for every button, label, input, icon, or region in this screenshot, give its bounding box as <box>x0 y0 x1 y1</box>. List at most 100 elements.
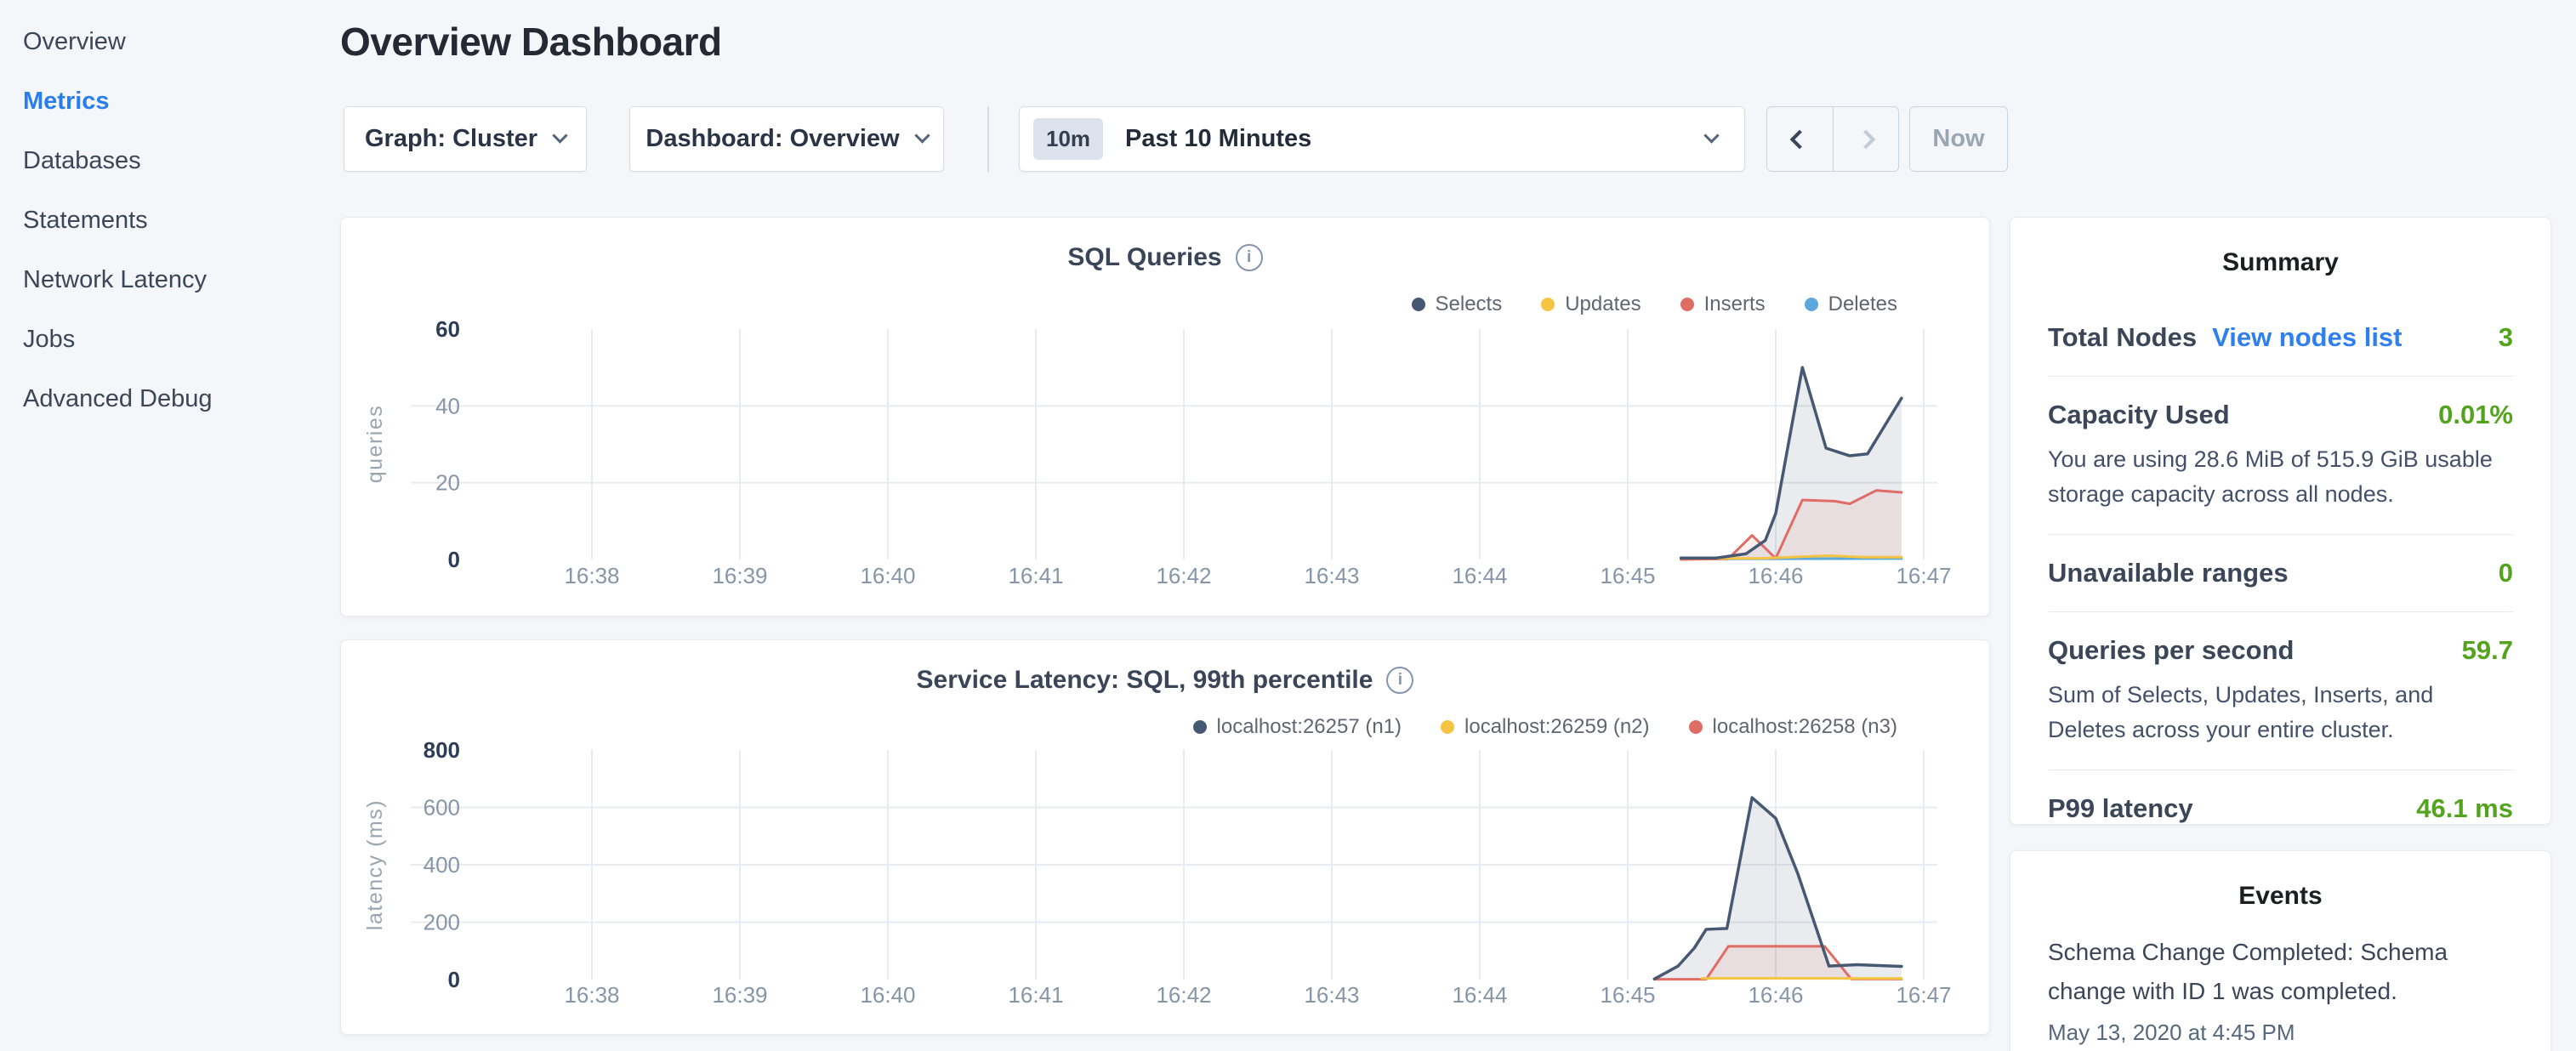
svg-text:16:46: 16:46 <box>1748 563 1803 588</box>
legend-dot <box>1541 298 1555 311</box>
svg-text:16:39: 16:39 <box>712 563 767 588</box>
svg-text:16:43: 16:43 <box>1304 563 1359 588</box>
graph-scope-dropdown[interactable]: Graph: Cluster <box>344 106 587 172</box>
p99-latency-value: 46.1 ms <box>2416 793 2513 824</box>
chevron-down-icon <box>914 128 930 143</box>
legend-item: localhost:26257 (n1) <box>1193 715 1402 739</box>
summary-row-unavailable-ranges: Unavailable ranges 0 <box>2048 534 2513 611</box>
svg-text:16:44: 16:44 <box>1452 982 1507 1008</box>
capacity-used-value: 0.01% <box>2438 400 2513 430</box>
summary-row-capacity: Capacity Used 0.01% You are using 28.6 M… <box>2048 376 2513 534</box>
svg-text:16:45: 16:45 <box>1600 982 1655 1008</box>
svg-text:16:47: 16:47 <box>1896 563 1951 588</box>
svg-text:16:47: 16:47 <box>1896 982 1951 1008</box>
svg-text:0: 0 <box>448 547 460 572</box>
legend-item: Selects <box>1412 293 1503 316</box>
svg-text:16:40: 16:40 <box>860 982 915 1008</box>
chevron-right-icon <box>1856 129 1875 149</box>
svg-text:600: 600 <box>424 795 460 821</box>
time-window-label: Past 10 Minutes <box>1125 125 1684 153</box>
legend-item: localhost:26258 (n3) <box>1689 715 1897 739</box>
svg-text:16:38: 16:38 <box>564 982 619 1008</box>
info-icon[interactable]: i <box>1236 244 1263 271</box>
sidebar-item-advanced-debug[interactable]: Advanced Debug <box>0 369 340 429</box>
app-root: Overview Metrics Databases Statements Ne… <box>0 0 2576 1051</box>
chart-title: Service Latency: SQL, 99th percentile <box>917 666 1373 695</box>
view-nodes-list-link[interactable]: View nodes list <box>2212 322 2402 353</box>
sidebar-item-overview[interactable]: Overview <box>0 12 340 71</box>
sidebar-item-network-latency[interactable]: Network Latency <box>0 250 340 310</box>
svg-text:40: 40 <box>435 393 460 418</box>
time-step-buttons <box>1766 106 1899 172</box>
sidebar-item-metrics[interactable]: Metrics <box>0 71 340 131</box>
svg-text:16:39: 16:39 <box>712 982 767 1008</box>
chart-legend: Selects Updates Inserts Deletes <box>1412 293 1898 316</box>
now-button[interactable]: Now <box>1909 106 2008 172</box>
sql-queries-chart: 16:38 16:39 16:40 16:41 16:42 16:43 16:44 16:45… <box>341 218 1991 617</box>
chart-legend: localhost:26257 (n1) localhost:26259 (n2… <box>1193 715 1897 739</box>
chevron-down-icon <box>1703 128 1719 143</box>
time-window-badge: 10m <box>1033 118 1103 160</box>
time-step-forward-button[interactable] <box>1833 107 1899 171</box>
page-title: Overview Dashboard <box>340 19 722 65</box>
sidebar: Overview Metrics Databases Statements Ne… <box>0 0 340 1051</box>
svg-text:16:46: 16:46 <box>1748 982 1803 1008</box>
svg-text:16:40: 16:40 <box>860 563 915 588</box>
svg-text:16:41: 16:41 <box>1008 982 1063 1008</box>
legend-item: Deletes <box>1805 293 1897 316</box>
graph-scope-dropdown-label: Graph: Cluster <box>365 125 537 153</box>
chevron-left-icon <box>1790 129 1810 149</box>
total-nodes-value: 3 <box>2499 322 2513 353</box>
legend-item: Updates <box>1541 293 1641 316</box>
capacity-description: You are using 28.6 MiB of 515.9 GiB usab… <box>2048 442 2513 511</box>
legend-dot <box>1193 720 1207 734</box>
legend-dot <box>1412 298 1425 311</box>
summary-panel: Summary Total Nodes View nodes list 3 Ca… <box>2010 217 2551 825</box>
dashboard-dropdown[interactable]: Dashboard: Overview <box>629 106 944 172</box>
svg-text:400: 400 <box>424 852 460 878</box>
legend-dot <box>1805 298 1818 311</box>
events-panel: Events Schema Change Completed: Schema c… <box>2010 850 2551 1051</box>
svg-text:16:43: 16:43 <box>1304 982 1359 1008</box>
unavailable-ranges-value: 0 <box>2499 558 2513 588</box>
event-timestamp: May 13, 2020 at 4:45 PM <box>2048 1020 2513 1046</box>
summary-row-total-nodes: Total Nodes View nodes list 3 <box>2048 299 2513 376</box>
svg-text:200: 200 <box>424 910 460 935</box>
svg-text:16:44: 16:44 <box>1452 563 1507 588</box>
qps-value: 59.7 <box>2462 635 2513 666</box>
summary-heading: Summary <box>2048 248 2513 277</box>
service-latency-chart-card: Service Latency: SQL, 99th percentile i … <box>340 639 1990 1035</box>
event-message: Schema Change Completed: Schema change w… <box>2048 933 2513 1011</box>
service-latency-chart: 16:38 16:39 16:40 16:41 16:42 16:43 16:44 16:45… <box>341 640 1991 1036</box>
legend-item: Inserts <box>1680 293 1766 316</box>
info-icon[interactable]: i <box>1386 667 1413 694</box>
svg-text:16:42: 16:42 <box>1156 563 1211 588</box>
summary-row-p99: P99 latency 46.1 ms <box>2048 770 2513 847</box>
time-step-back-button[interactable] <box>1767 107 1833 171</box>
event-item[interactable]: Schema Change Completed: Schema change w… <box>2048 933 2513 1046</box>
sidebar-item-jobs[interactable]: Jobs <box>0 310 340 369</box>
svg-text:16:45: 16:45 <box>1600 563 1655 588</box>
events-heading: Events <box>2048 882 2513 911</box>
toolbar-divider <box>987 106 989 172</box>
qps-description: Sum of Selects, Updates, Inserts, and De… <box>2048 678 2513 747</box>
dashboard-dropdown-label: Dashboard: Overview <box>645 125 899 153</box>
svg-text:0: 0 <box>448 967 460 992</box>
legend-dot <box>1441 720 1454 734</box>
legend-dot <box>1689 720 1703 734</box>
chevron-down-icon <box>552 128 567 143</box>
svg-text:queries: queries <box>363 405 387 484</box>
svg-text:16:38: 16:38 <box>564 563 619 588</box>
legend-item: localhost:26259 (n2) <box>1441 715 1649 739</box>
sidebar-item-statements[interactable]: Statements <box>0 190 340 250</box>
sidebar-item-databases[interactable]: Databases <box>0 131 340 190</box>
svg-text:20: 20 <box>435 470 460 496</box>
svg-text:latency (ms): latency (ms) <box>363 799 387 930</box>
time-range-selector[interactable]: 10m Past 10 Minutes <box>1019 106 1745 172</box>
svg-text:16:42: 16:42 <box>1156 982 1211 1008</box>
summary-row-qps: Queries per second 59.7 Sum of Selects, … <box>2048 611 2513 770</box>
svg-text:16:41: 16:41 <box>1008 563 1063 588</box>
legend-dot <box>1680 298 1694 311</box>
sql-queries-chart-card: SQL Queries i Selects Updates Inserts De… <box>340 217 1990 616</box>
svg-text:60: 60 <box>435 316 460 342</box>
